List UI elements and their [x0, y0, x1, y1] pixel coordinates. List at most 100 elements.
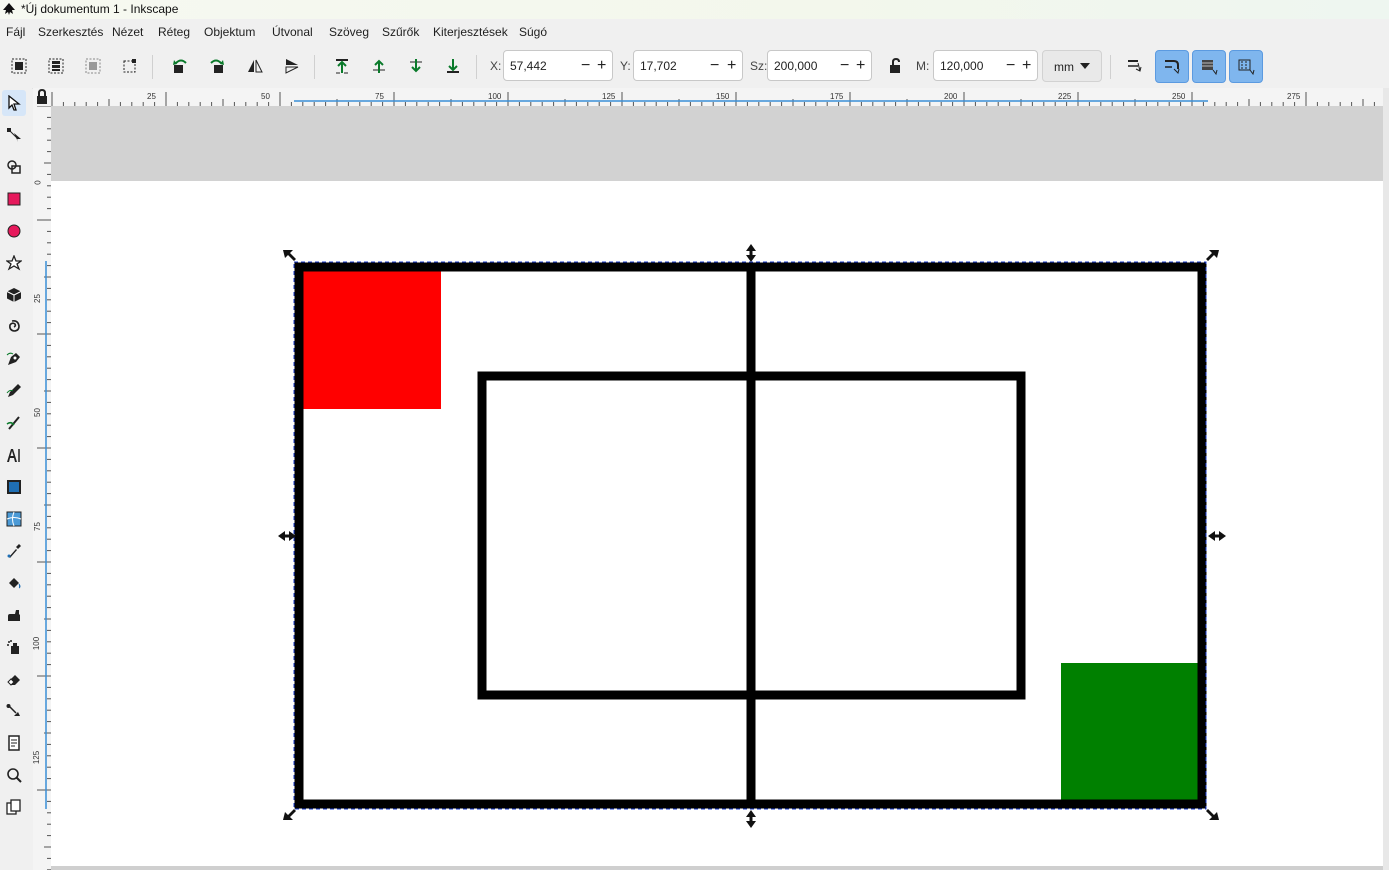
- menu-view[interactable]: Nézet: [112, 25, 143, 39]
- rectangle-tool[interactable]: [2, 186, 26, 212]
- node-edit-icon: [7, 128, 21, 142]
- raise-button[interactable]: [365, 52, 393, 80]
- rotate-cw-icon: [210, 59, 224, 73]
- y-field[interactable]: 17,702 − +: [633, 50, 743, 81]
- x-increment-icon[interactable]: +: [597, 58, 606, 74]
- vruler-label: 25: [33, 294, 42, 303]
- y-value: 17,702: [640, 59, 677, 73]
- spiral-tool[interactable]: [2, 314, 26, 340]
- window-title: *Új dokumentum 1 - Inkscape: [21, 2, 179, 16]
- menu-layer[interactable]: Réteg: [158, 25, 190, 39]
- calligraphy-icon: [6, 416, 20, 430]
- menu-help[interactable]: Súgó: [519, 25, 547, 39]
- connector-tool[interactable]: [2, 698, 26, 724]
- flip-vertical-button[interactable]: [278, 52, 306, 80]
- height-decrement-icon[interactable]: −: [1006, 58, 1015, 74]
- red-rectangle[interactable]: [303, 271, 441, 409]
- pen-tool[interactable]: [2, 346, 26, 372]
- lower-to-bottom-button[interactable]: [439, 52, 467, 80]
- width-decrement-icon[interactable]: −: [840, 58, 849, 74]
- scale-stroke-button[interactable]: [1120, 52, 1148, 80]
- shape-builder-tool[interactable]: [2, 154, 26, 180]
- height-increment-icon[interactable]: +: [1022, 58, 1031, 74]
- transform-gradients-button[interactable]: [1192, 50, 1226, 83]
- title-bar: *Új dokumentum 1 - Inkscape: [0, 0, 1389, 19]
- zoom-tool[interactable]: [2, 762, 26, 788]
- artwork: [278, 244, 1226, 828]
- pencil-tool[interactable]: [2, 378, 26, 404]
- star-tool[interactable]: [2, 250, 26, 276]
- gradient-tool[interactable]: [2, 474, 26, 500]
- hruler-label: 125: [602, 92, 616, 101]
- rotate-ccw-button[interactable]: [166, 52, 194, 80]
- menu-object[interactable]: Objektum: [204, 25, 255, 39]
- pages-tool[interactable]: [2, 730, 26, 756]
- ellipse-tool[interactable]: [2, 218, 26, 244]
- hruler-label: 25: [147, 92, 156, 101]
- hruler-label: 175: [830, 92, 844, 101]
- gradient-icon: [7, 480, 21, 494]
- vertical-ruler[interactable]: 0 25 50 75 100 125: [33, 106, 52, 870]
- scale-radius-icon: [1165, 59, 1180, 74]
- deselect-button[interactable]: [79, 52, 107, 80]
- lower-icon: [410, 59, 422, 73]
- raise-to-top-button[interactable]: [328, 52, 356, 80]
- bottom-scrollbar[interactable]: [51, 866, 1383, 870]
- right-scrollbar[interactable]: [1383, 88, 1389, 870]
- resize-handle-sw-icon: [283, 809, 296, 820]
- node-tool[interactable]: [2, 122, 26, 148]
- drawing-canvas[interactable]: [51, 106, 1383, 866]
- x-decrement-icon[interactable]: −: [581, 58, 590, 74]
- menu-path[interactable]: Útvonal: [272, 25, 313, 39]
- y-decrement-icon[interactable]: −: [710, 58, 719, 74]
- resize-handle-w-icon: [278, 531, 296, 541]
- width-increment-icon[interactable]: +: [856, 58, 865, 74]
- vruler-label: 0: [33, 180, 43, 185]
- lower-to-bottom-icon: [447, 59, 459, 73]
- spray-tool[interactable]: [2, 634, 26, 660]
- select-all-button[interactable]: [5, 52, 33, 80]
- hruler-label: 250: [1172, 92, 1186, 101]
- cube-icon: [6, 288, 22, 302]
- 3d-box-tool[interactable]: [2, 282, 26, 308]
- scale-radius-button[interactable]: [1155, 50, 1189, 83]
- ruler-lock[interactable]: [33, 88, 51, 106]
- flip-horizontal-button[interactable]: [241, 52, 269, 80]
- x-field[interactable]: 57,442 − +: [503, 50, 613, 81]
- selector-tool[interactable]: [2, 90, 26, 116]
- menu-edit[interactable]: Szerkesztés: [38, 25, 103, 39]
- green-rectangle[interactable]: [1061, 663, 1199, 801]
- x-label: X:: [490, 59, 502, 73]
- menu-extensions[interactable]: Kiterjesztések: [433, 25, 508, 39]
- dropper-tool[interactable]: [2, 538, 26, 564]
- menu-file[interactable]: Fájl: [6, 25, 25, 39]
- calligraphy-tool[interactable]: [2, 410, 26, 436]
- hruler-label: 100: [488, 92, 502, 101]
- rotate-cw-button[interactable]: [203, 52, 231, 80]
- mesh-tool[interactable]: [2, 506, 26, 532]
- touch-select-button[interactable]: [116, 52, 144, 80]
- paint-bucket-tool[interactable]: [2, 570, 26, 596]
- lock-proportions-button[interactable]: [881, 52, 909, 80]
- hruler-label: 225: [1058, 92, 1072, 101]
- text-tool[interactable]: [2, 442, 26, 468]
- vruler-label: 75: [33, 522, 42, 531]
- lower-button[interactable]: [402, 52, 430, 80]
- select-all-layers-button[interactable]: [42, 52, 70, 80]
- menu-filters[interactable]: Szűrők: [382, 25, 419, 39]
- menu-text[interactable]: Szöveg: [329, 25, 369, 39]
- measure-tool[interactable]: [2, 794, 26, 820]
- transform-patterns-button[interactable]: [1229, 50, 1263, 83]
- unit-select[interactable]: mm: [1042, 50, 1102, 82]
- height-field[interactable]: 120,000 − +: [933, 50, 1038, 81]
- resize-handle-s-icon: [746, 810, 756, 828]
- width-field[interactable]: 200,000 − +: [767, 50, 872, 81]
- y-increment-icon[interactable]: +: [727, 58, 736, 74]
- horizontal-ruler[interactable]: 25 50 75 100 125 150 175 200 225 250 275: [51, 88, 1385, 107]
- eraser-tool[interactable]: [2, 666, 26, 692]
- page-icon: [8, 735, 20, 751]
- height-value: 120,000: [940, 59, 984, 73]
- hruler-label: 275: [1287, 92, 1301, 101]
- tweak-tool[interactable]: [2, 602, 26, 628]
- toolbox: [0, 88, 32, 870]
